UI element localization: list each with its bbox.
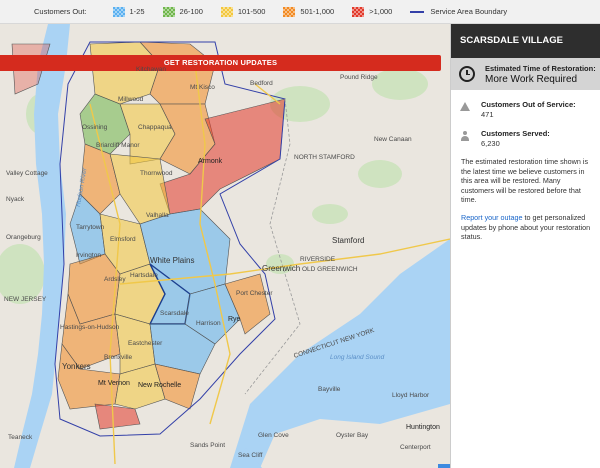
- map-label: Eastchester: [128, 340, 163, 347]
- map-label: Harrison: [196, 320, 221, 327]
- map-label: Sands Point: [190, 442, 226, 449]
- map-label: Teaneck: [8, 434, 33, 441]
- etr-value: More Work Required: [485, 73, 578, 85]
- customers-out-stat: Customers Out of Service: 471: [451, 90, 600, 119]
- map-label: Long Island Sound: [330, 354, 385, 361]
- map-label: White Plains: [150, 256, 195, 265]
- map-label: Valley Cottage: [6, 170, 48, 177]
- map-canvas[interactable]: [0, 24, 450, 468]
- legend-label: 501-1,000: [300, 7, 335, 16]
- legend-swatch: [283, 6, 296, 17]
- map-label: Port Chester: [236, 290, 273, 297]
- legend-label: >1,000: [369, 7, 393, 16]
- map-label: Bedford: [250, 80, 273, 87]
- map-label: Nyack: [6, 196, 25, 203]
- map-label: Stamford: [332, 236, 365, 245]
- double-chevron-right-icon[interactable]: »: [438, 464, 450, 468]
- map-label: Valhalla: [146, 212, 169, 219]
- legend-label: 101-500: [237, 7, 266, 16]
- restoration-description: The estimated restoration time shown is …: [461, 157, 589, 205]
- map-label: Mt Kisco: [190, 84, 215, 91]
- legend-swatch: [352, 6, 365, 17]
- legend-item-101-500: 101-500: [220, 6, 266, 17]
- legend-item-over-1000: >1,000: [352, 6, 393, 17]
- map-label: Irvington: [76, 252, 101, 259]
- map-label: NORTH STAMFORD: [294, 154, 355, 161]
- person-icon: [461, 131, 470, 141]
- map-label: Orangeburg: [6, 234, 41, 241]
- map-label: OLD GREENWICH: [302, 266, 358, 273]
- report-outage-text: Report your outage to get personalized u…: [451, 205, 600, 242]
- etr-label: Estimated Time of Restoration:: [485, 63, 596, 73]
- report-outage-link[interactable]: Report your outage: [461, 213, 523, 222]
- area-details-panel: SCARSDALE VILLAGE Estimated Time of Rest…: [450, 24, 600, 468]
- legend-label: 1-25: [129, 7, 145, 16]
- map-label: Armonk: [198, 158, 223, 165]
- map-label: Thornwood: [140, 170, 173, 177]
- map-label: Tarrytown: [76, 224, 105, 231]
- map-label: Mt Vernon: [98, 380, 130, 387]
- legend-item-boundary: Service Area Boundary: [410, 7, 507, 16]
- customers-served-stat: Customers Served: 6,230: [451, 119, 600, 148]
- map-label: Elmsford: [110, 236, 136, 243]
- map-label: Bronxville: [104, 354, 133, 361]
- clock-icon: [459, 66, 475, 82]
- outage-map[interactable]: GET RESTORATION UPDATES Valley Cottage N…: [0, 24, 450, 468]
- map-label: Glen Cove: [258, 432, 289, 439]
- map-label: Hastings-on-Hudson: [60, 324, 120, 331]
- legend-title: Customers Out:: [34, 7, 87, 16]
- get-restoration-updates-button[interactable]: GET RESTORATION UPDATES: [0, 55, 441, 71]
- map-label: Hartsdale: [130, 272, 158, 279]
- map-label: Huntington: [406, 424, 440, 431]
- map-label: Yonkers: [62, 362, 91, 371]
- map-label: RIVERSIDE: [300, 256, 336, 263]
- etr-section: Estimated Time of Restoration: More Work…: [451, 58, 600, 90]
- legend-item-1-25: 1-25: [112, 6, 145, 17]
- map-label: Millwood: [118, 96, 144, 103]
- map-label: Chappaqua: [138, 124, 172, 131]
- map-label: Pound Ridge: [340, 74, 378, 81]
- map-label: Briarcliff Manor: [96, 142, 140, 149]
- map-label: Lloyd Harbor: [392, 392, 430, 399]
- legend-label: Service Area Boundary: [430, 7, 508, 16]
- warning-icon: [460, 102, 470, 111]
- legend-swatch: [220, 6, 233, 17]
- map-label: Oyster Bay: [336, 432, 369, 439]
- legend-item-501-1000: 501-1,000: [283, 6, 335, 17]
- customers-out-label: Customers Out of Service:: [481, 100, 576, 109]
- map-label: Scarsdale: [160, 310, 189, 317]
- map-label: Centerport: [400, 444, 431, 451]
- map-label: Greenwich: [262, 264, 301, 273]
- map-label: Ossining: [82, 124, 108, 131]
- boundary-line-icon: [410, 10, 425, 13]
- customers-served-label: Customers Served:: [481, 129, 550, 138]
- customers-out-value: 471: [481, 110, 494, 119]
- legend-label: 26-100: [179, 7, 203, 16]
- map-label: Rye: [228, 316, 241, 323]
- map-label: Ardsley: [104, 276, 126, 283]
- map-label: Bayville: [318, 386, 341, 393]
- map-label: Kitchawan: [136, 66, 166, 73]
- map-label: Sea Cliff: [238, 452, 263, 459]
- map-label: New Canaan: [374, 136, 412, 143]
- customers-served-value: 6,230: [481, 139, 500, 148]
- map-label: NEW JERSEY: [4, 296, 47, 303]
- map-label: New Rochelle: [138, 382, 182, 389]
- legend-swatch: [162, 6, 175, 17]
- panel-title: SCARSDALE VILLAGE: [451, 24, 600, 58]
- legend-swatch: [112, 6, 125, 17]
- legend-item-26-100: 26-100: [162, 6, 203, 17]
- legend-bar: Customers Out: 1-25 26-100 101-500 501-1…: [0, 0, 600, 24]
